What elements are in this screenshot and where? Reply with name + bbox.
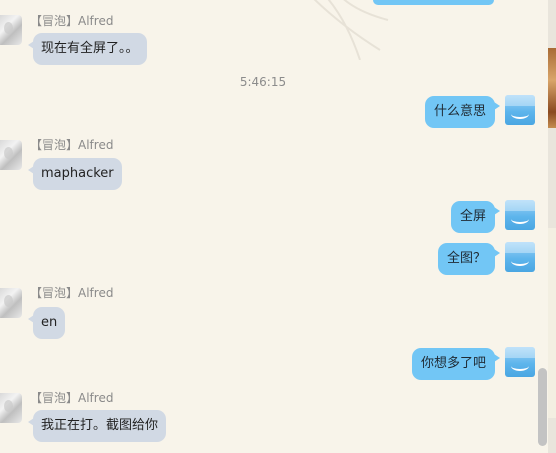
message-bubble-outgoing-partial[interactable] — [373, 0, 494, 5]
message-bubble-outgoing[interactable]: 全屏 — [450, 201, 501, 233]
message-bubble-incoming[interactable]: 现在有全屏了。。 — [28, 33, 147, 65]
chat-history-panel: 【冒泡】Alfred 现在有全屏了。。 5:46:15 什么意思 【冒泡】Alf… — [0, 0, 548, 453]
message-bubble-incoming[interactable]: maphacker — [28, 158, 122, 190]
contact-avatar-icon[interactable] — [0, 288, 22, 318]
scrollbar-thumb[interactable] — [538, 368, 547, 446]
sender-label: 【冒泡】Alfred — [30, 286, 114, 300]
message-bubble-outgoing[interactable]: 什么意思 — [424, 96, 501, 128]
sender-label: 【冒泡】Alfred — [30, 14, 114, 28]
message-bubble-incoming[interactable]: 我正在打。截图给你 — [27, 410, 167, 442]
message-bubble-outgoing[interactable]: 全图？ — [437, 243, 501, 275]
contact-avatar-icon[interactable] — [0, 393, 22, 423]
background-watermark — [313, 0, 389, 60]
self-avatar-icon[interactable] — [505, 200, 535, 230]
side-panel-content-strip — [548, 228, 556, 418]
message-bubble-outgoing[interactable]: 你想多了吧 — [411, 348, 501, 380]
sender-label: 【冒泡】Alfred — [30, 138, 114, 152]
side-panel-image-strip — [548, 48, 556, 128]
self-avatar-icon[interactable] — [505, 95, 535, 125]
message-bubble-incoming[interactable]: en — [27, 307, 66, 339]
contact-avatar-icon[interactable] — [0, 140, 22, 170]
self-avatar-icon[interactable] — [505, 242, 535, 272]
self-avatar-icon[interactable] — [505, 347, 535, 377]
contact-avatar-icon[interactable] — [0, 15, 22, 45]
sender-label: 【冒泡】Alfred — [30, 391, 114, 405]
message-timestamp: 5:46:15 — [239, 75, 287, 89]
